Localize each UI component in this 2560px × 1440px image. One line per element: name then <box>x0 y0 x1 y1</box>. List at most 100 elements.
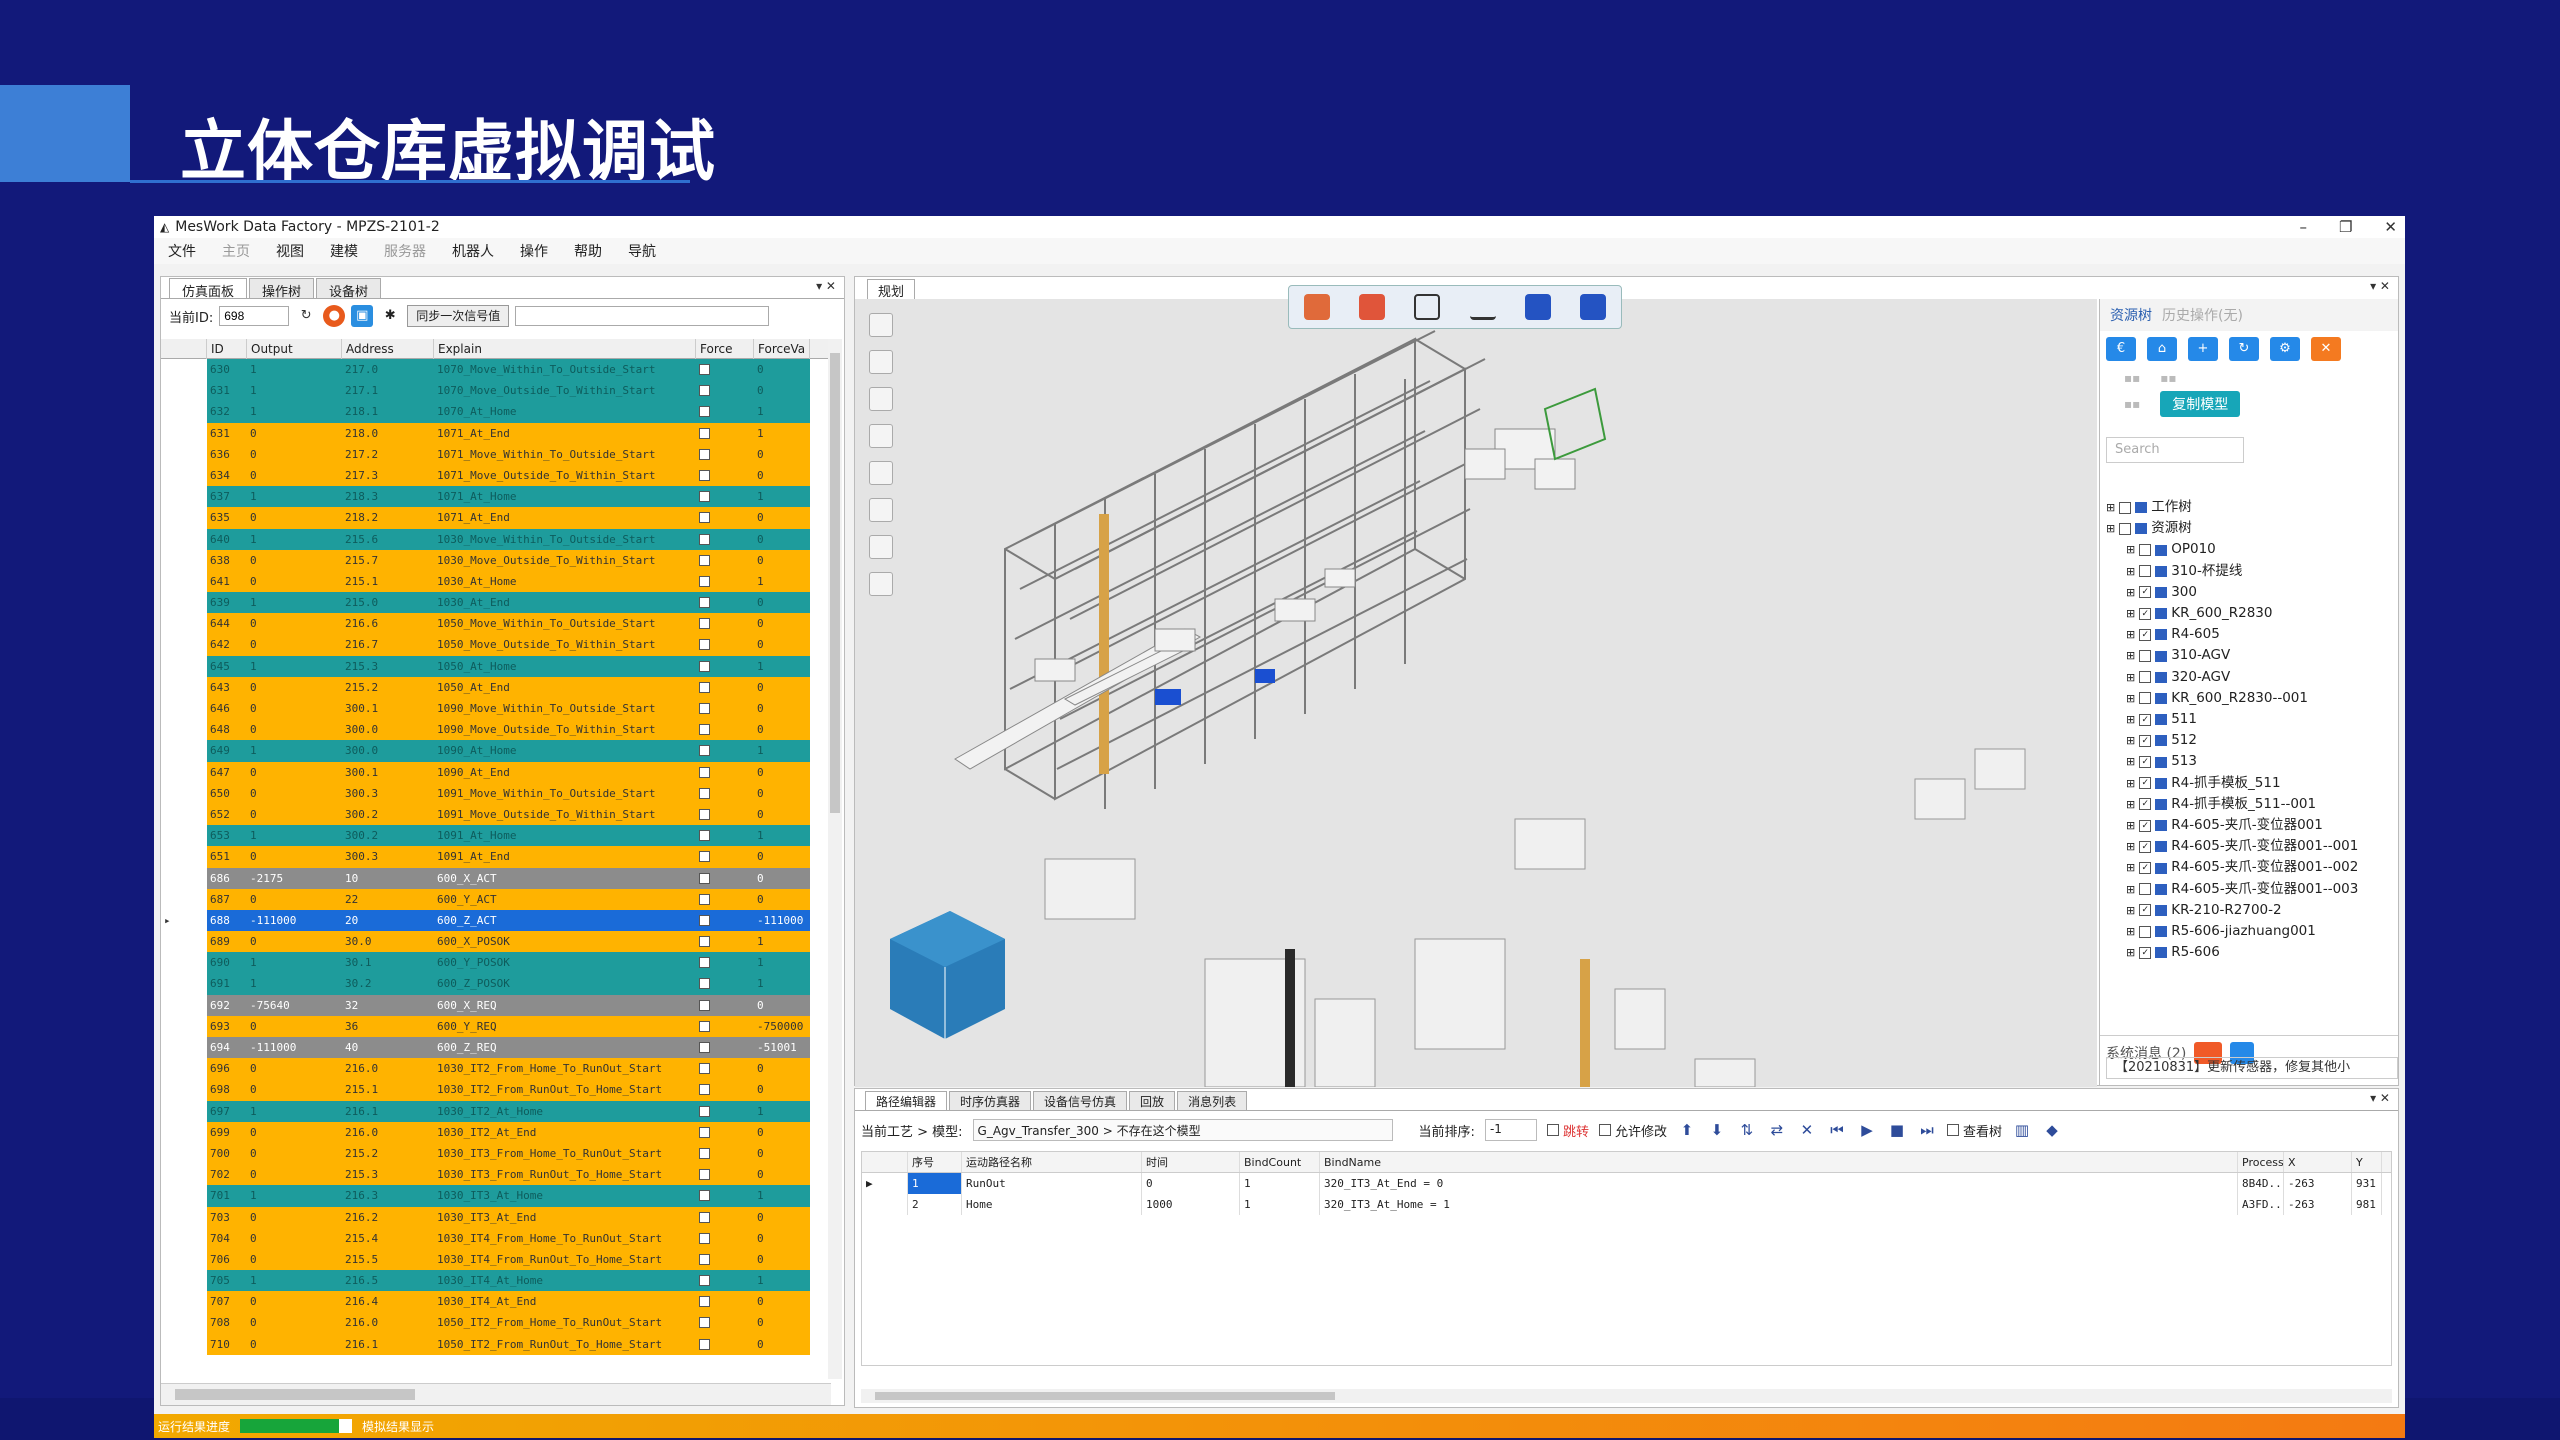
tree-checkbox[interactable]: ✓ <box>2139 777 2152 790</box>
menu-navigate[interactable]: 导航 <box>628 241 656 261</box>
row-header[interactable] <box>161 761 207 783</box>
force-checkbox[interactable] <box>699 1190 710 1202</box>
col-explain[interactable]: Explain <box>434 339 696 359</box>
resource-tree-item[interactable]: ⊞ 310-杯提线 <box>2106 561 2398 582</box>
skip-forward-icon[interactable]: ⏭ <box>1917 1120 1937 1140</box>
row-header[interactable] <box>161 401 207 423</box>
tree-checkbox[interactable]: ✓ <box>2139 946 2152 959</box>
force-checkbox[interactable] <box>699 681 710 693</box>
col-x[interactable]: X <box>2284 1152 2352 1172</box>
resource-tree-item[interactable]: ⊞ ✓ KR_600_R2830 <box>2106 603 2398 624</box>
signal-row[interactable]: 634 0 217.3 1071_Move_Outside_To_Within_Sta… <box>161 464 831 487</box>
tree-checkbox[interactable]: ✓ <box>2139 798 2152 811</box>
row-header[interactable] <box>161 634 207 656</box>
bottom-pin-close-icon[interactable]: ▾ ✕ <box>2370 1091 2390 1105</box>
signal-row[interactable]: 643 0 215.2 1050_At_End 0 <box>161 676 831 698</box>
menu-operate[interactable]: 操作 <box>520 241 548 261</box>
tab-sequence-sim[interactable]: 时序仿真器 <box>949 1091 1032 1110</box>
col-address[interactable]: Address <box>342 339 434 359</box>
resource-tree-item[interactable]: ⊞ ✓ KR-210-R2700-2 <box>2106 900 2398 921</box>
row-header[interactable] <box>161 443 207 465</box>
tree-checkbox[interactable]: ✓ <box>2139 904 2152 917</box>
tree-checkbox[interactable] <box>2139 925 2152 938</box>
row-header[interactable]: ▸ <box>161 909 207 932</box>
row-header[interactable] <box>161 1333 207 1355</box>
expand-icon[interactable]: ⊞ <box>2126 624 2135 645</box>
signal-row[interactable]: 692 -75640 32 600_X_REQ 0 <box>161 994 831 1016</box>
signal-row[interactable]: 632 1 218.1 1070_At_Home 1 <box>161 401 831 423</box>
resource-tree-item[interactable]: ⊞ KR_600_R2830--001 <box>2106 688 2398 709</box>
close-button[interactable]: ✕ <box>2384 218 2397 236</box>
resource-tree-item[interactable]: ⊞ ✓ R4-605-夹爪-变位器001--001 <box>2106 836 2398 857</box>
resource-tree-item[interactable]: ⊞ 资源树 <box>2106 518 2398 539</box>
force-checkbox[interactable] <box>699 1126 710 1138</box>
tree-checkbox[interactable]: ✓ <box>2139 862 2152 875</box>
expand-icon[interactable]: ⊞ <box>2126 942 2135 963</box>
resource-tree-item[interactable]: ⊞ ✓ R4-605-夹爪-变位器001--002 <box>2106 857 2398 878</box>
delete-icon[interactable]: ✕ <box>2311 337 2341 361</box>
signal-row[interactable]: 639 1 215.0 1030_At_End 0 <box>161 592 831 614</box>
col-id[interactable]: ID <box>207 339 247 359</box>
force-checkbox[interactable] <box>699 1105 710 1117</box>
signal-row[interactable]: 686 -2175 10 600_X_ACT 0 <box>161 867 831 889</box>
signal-row[interactable]: 710 0 216.1 1050_IT2_From_RunOut_To_Home_St… <box>161 1333 831 1355</box>
tree-checkbox[interactable]: ✓ <box>2139 734 2152 747</box>
row-header[interactable] <box>161 422 207 444</box>
force-checkbox[interactable] <box>699 978 710 990</box>
grid-icon[interactable] <box>1414 294 1441 320</box>
menu-view[interactable]: 视图 <box>276 241 304 261</box>
force-checkbox[interactable] <box>699 554 710 566</box>
force-checkbox[interactable] <box>699 448 710 460</box>
path-row[interactable]: ▶ 1 RunOut 0 1 320_IT3_At_End = 0 8B4D... -263 9… <box>862 1173 2391 1194</box>
signal-row[interactable]: 706 0 215.5 1030_IT4_From_RunOut_To_Home_St… <box>161 1248 831 1271</box>
tree-checkbox[interactable] <box>2119 501 2132 514</box>
tab-history[interactable]: 历史操作(无) <box>2162 305 2243 325</box>
signal-row[interactable]: 700 0 215.2 1030_IT3_From_Home_To_RunOut_St… <box>161 1142 831 1165</box>
signal-row[interactable]: 687 0 22 600_Y_ACT 0 <box>161 888 831 910</box>
process-field[interactable]: G_Agv_Transfer_300 > 不存在这个模型 <box>972 1119 1393 1141</box>
tree-checkbox[interactable]: ✓ <box>2139 713 2152 726</box>
force-checkbox[interactable] <box>699 957 710 969</box>
row-header[interactable] <box>161 952 207 974</box>
tab-device-signal[interactable]: 设备信号仿真 <box>1033 1091 1128 1110</box>
force-checkbox[interactable] <box>699 491 710 503</box>
signal-row[interactable]: 693 0 36 600_Y_REQ -750000 <box>161 1015 831 1037</box>
signal-row[interactable]: 648 0 300.0 1090_Move_Outside_To_Within_Sta… <box>161 719 831 741</box>
force-checkbox[interactable] <box>699 893 710 905</box>
row-header[interactable] <box>161 655 207 677</box>
row-header[interactable] <box>161 719 207 741</box>
force-checkbox[interactable] <box>699 1147 710 1159</box>
resource-tree-item[interactable]: ⊞ ✓ 300 <box>2106 582 2398 603</box>
resource-action-3[interactable]: ▪▪ <box>2124 397 2140 411</box>
download-icon[interactable] <box>869 350 893 374</box>
force-checkbox[interactable] <box>699 597 710 609</box>
menu-file[interactable]: 文件 <box>168 241 196 261</box>
col-y[interactable]: Y <box>2352 1152 2382 1172</box>
home-icon[interactable]: ⌂ <box>2147 337 2177 361</box>
link-icon[interactable]: ⇄ <box>1767 1120 1787 1140</box>
col-path-name[interactable]: 运动路径名称 <box>962 1152 1142 1172</box>
force-checkbox[interactable] <box>699 639 710 651</box>
resource-tree-item[interactable]: ⊞ 310-AGV <box>2106 645 2398 666</box>
row-header[interactable] <box>161 1164 207 1186</box>
connect-icon[interactable]: € <box>2106 337 2136 361</box>
resource-action-2[interactable]: ▪▪ <box>2160 371 2176 385</box>
row-header[interactable] <box>161 359 207 381</box>
signal-row[interactable]: 635 0 218.2 1071_At_End 0 <box>161 507 831 529</box>
signal-row[interactable]: 631 1 217.1 1070_Move_Outside_To_Within_Sta… <box>161 380 831 402</box>
tree-checkbox[interactable] <box>2119 522 2132 535</box>
upload-icon[interactable] <box>869 424 893 448</box>
menu-home[interactable]: 主页 <box>222 241 250 261</box>
tab-path-editor[interactable]: 路径编辑器 <box>865 1091 948 1110</box>
row-header[interactable] <box>161 1058 207 1080</box>
row-header[interactable] <box>161 1248 207 1271</box>
signal-row[interactable]: 701 1 216.3 1030_IT3_At_Home 1 <box>161 1185 831 1207</box>
force-checkbox[interactable] <box>699 1296 710 1308</box>
move-up-icon[interactable]: ⬆ <box>1677 1120 1697 1140</box>
col-bindcount[interactable]: BindCount <box>1240 1152 1320 1172</box>
signal-row[interactable]: 650 0 300.3 1091_Move_Within_To_Outside_Sta… <box>161 782 831 804</box>
resource-tree-item[interactable]: ⊞ ✓ 513 <box>2106 751 2398 772</box>
signal-row[interactable]: 637 1 218.3 1071_At_Home 1 <box>161 486 831 508</box>
force-checkbox[interactable] <box>699 469 710 481</box>
resource-tree-item[interactable]: ⊞ ✓ R4-抓手模板_511--001 <box>2106 794 2398 815</box>
